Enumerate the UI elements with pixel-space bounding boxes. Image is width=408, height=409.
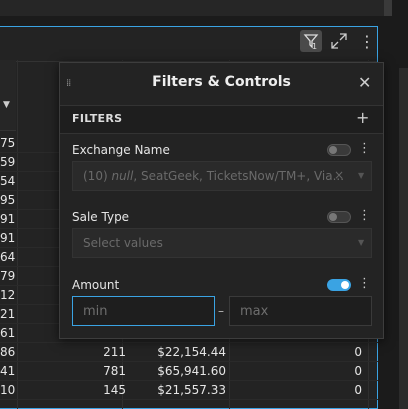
section-label: FILTERS [72, 112, 123, 125]
cell-id: 54 [0, 174, 16, 188]
cell-quantity: 781 [103, 364, 126, 378]
cell-value: 0 [354, 383, 362, 397]
clear-icon[interactable]: × [334, 168, 344, 182]
cell-id: 41 [0, 364, 16, 378]
cell-id: 95 [0, 193, 16, 207]
cell-quantity: 145 [103, 383, 126, 397]
sale-type-toggle[interactable] [327, 211, 351, 223]
table-row[interactable]: 41 781 $65,941.60 0 [0, 362, 378, 381]
more-vertical-icon[interactable]: ⋮ [358, 276, 371, 291]
amount-toggle[interactable] [327, 279, 351, 291]
sale-type-select[interactable]: Select values ▼ [72, 228, 372, 258]
amount-min-input[interactable] [72, 296, 215, 326]
filter-button[interactable] [300, 30, 322, 52]
chevron-down-icon[interactable]: ▼ [358, 171, 364, 180]
cell-id: 12 [0, 288, 16, 302]
range-separator: – [218, 304, 224, 318]
more-vertical-icon[interactable]: ⋮ [358, 208, 371, 223]
more-vertical-icon: ⋮ [359, 31, 375, 51]
scrollbar-right[interactable] [399, 68, 408, 409]
cell-id: 61 [0, 326, 16, 340]
cell-id: 64 [0, 250, 16, 264]
chevron-down-icon[interactable]: ▼ [358, 238, 364, 247]
cell-id: 59 [0, 155, 16, 169]
close-icon[interactable]: ✕ [358, 73, 371, 92]
filter-label-exchange-name: Exchange Name [72, 143, 170, 157]
cell-amount: $65,941.60 [157, 364, 226, 378]
cell-id: 75 [0, 136, 16, 150]
table-row[interactable]: 10 145 $21,557.33 0 [0, 381, 378, 400]
cell-amount: $22,154.44 [157, 345, 226, 359]
cell-id: 79 [0, 269, 16, 283]
sale-type-placeholder: Select values [83, 236, 163, 250]
cell-quantity: 211 [103, 345, 126, 359]
filters-dialog: ⁞⁞ Filters & Controls ✕ FILTERS + Exchan… [59, 62, 384, 339]
table-row[interactable]: 86 211 $22,154.44 0 [0, 343, 378, 362]
more-vertical-icon[interactable]: ⋮ [358, 141, 371, 156]
cell-value: 0 [354, 345, 362, 359]
add-icon[interactable]: + [356, 108, 369, 127]
cell-id: 86 [0, 345, 16, 359]
expand-button[interactable] [328, 30, 350, 52]
cell-id: 91 [0, 212, 16, 226]
more-options-button[interactable]: ⋮ [356, 30, 378, 52]
amount-max-input[interactable] [229, 296, 372, 326]
filter-label-sale-type: Sale Type [72, 210, 130, 224]
cell-id: 10 [0, 383, 16, 397]
sort-caret-icon[interactable]: ▼ [3, 100, 10, 110]
column-header-left[interactable] [0, 60, 16, 131]
cell-id: 91 [0, 231, 16, 245]
cell-id: 21 [0, 307, 16, 321]
exchange-name-value: (10) null, SeatGeek, TicketsNow/TM+, Via… [83, 169, 345, 183]
previous-panel-strip [0, 0, 384, 16]
cell-amount: $21,557.33 [157, 383, 226, 397]
scrollbar-top[interactable] [384, 0, 392, 16]
cell-value: 0 [354, 364, 362, 378]
filter-label-amount: Amount [72, 278, 120, 292]
filters-section-header: FILTERS + [60, 105, 383, 134]
exchange-name-toggle[interactable] [327, 144, 351, 156]
filter-count-badge: 1 [312, 42, 318, 51]
expand-icon [331, 33, 347, 49]
exchange-name-select[interactable]: (10) null, SeatGeek, TicketsNow/TM+, Via… [72, 161, 372, 191]
dialog-title: Filters & Controls [152, 74, 291, 90]
